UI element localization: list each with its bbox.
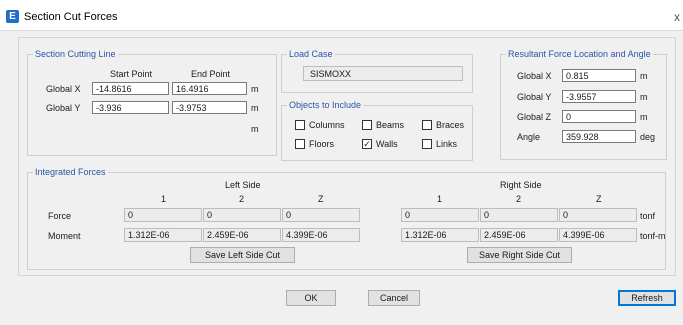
resultant-x-unit: m <box>640 71 648 81</box>
resultant-x-label: Global X <box>517 71 552 81</box>
end-point-header: End Point <box>191 69 231 79</box>
angle-label: Angle <box>517 132 541 142</box>
close-icon[interactable]: x <box>674 10 680 24</box>
load-case-field[interactable]: SISMOXX <box>303 66 463 81</box>
load-case-label: Load Case <box>287 49 335 60</box>
end-x-field[interactable]: 16.4916 <box>172 82 247 95</box>
columns-checkbox[interactable] <box>295 120 305 130</box>
title-divider <box>0 30 683 31</box>
braces-label: Braces <box>436 120 465 130</box>
end-y-field[interactable]: -3.9753 <box>172 101 247 114</box>
force-left-z: 0 <box>282 208 360 222</box>
start-point-header: Start Point <box>110 69 153 79</box>
left-col-z-header: Z <box>318 194 324 204</box>
moment-unit: tonf-m <box>640 231 666 241</box>
moment-left-1: 1.312E-06 <box>124 228 202 242</box>
beams-label: Beams <box>376 120 405 130</box>
objects-to-include-group: Objects to Include <box>281 100 473 161</box>
window-title: Section Cut Forces <box>24 11 118 23</box>
start-x-field[interactable]: -14.8616 <box>92 82 169 95</box>
moment-right-1: 1.312E-06 <box>401 228 479 242</box>
moment-label: Moment <box>48 231 81 241</box>
right-col-z-header: Z <box>596 194 602 204</box>
force-unit: tonf <box>640 211 656 221</box>
left-side-header: Left Side <box>225 180 261 190</box>
right-side-header: Right Side <box>500 180 542 190</box>
columns-label: Columns <box>309 120 345 130</box>
right-col-1-header: 1 <box>437 194 443 204</box>
extra-unit: m <box>251 124 259 134</box>
ok-button[interactable]: OK <box>286 290 336 306</box>
resultant-x-field[interactable]: 0.815 <box>562 69 636 82</box>
save-right-side-cut-button[interactable]: Save Right Side Cut <box>467 247 572 263</box>
links-checkbox[interactable] <box>422 139 432 149</box>
title-bar: E Section Cut Forces x <box>0 0 683 30</box>
floors-label: Floors <box>309 139 335 149</box>
force-right-z: 0 <box>559 208 637 222</box>
resultant-z-label: Global Z <box>517 112 552 122</box>
start-y-field[interactable]: -3.936 <box>92 101 169 114</box>
walls-checkbox[interactable]: ✓ <box>362 139 372 149</box>
resultant-z-field[interactable]: 0 <box>562 110 636 123</box>
left-col-1-header: 1 <box>161 194 167 204</box>
objects-to-include-label: Objects to Include <box>287 100 364 111</box>
left-col-2-header: 2 <box>239 194 245 204</box>
resultant-label: Resultant Force Location and Angle <box>506 49 653 60</box>
resultant-y-label: Global Y <box>517 92 552 102</box>
resultant-y-field[interactable]: -3.9557 <box>562 90 636 103</box>
refresh-button[interactable]: Refresh <box>618 290 676 306</box>
save-left-side-cut-button[interactable]: Save Left Side Cut <box>190 247 295 263</box>
angle-field[interactable]: 359.928 <box>562 130 636 143</box>
force-left-2: 0 <box>203 208 281 222</box>
force-right-1: 0 <box>401 208 479 222</box>
moment-left-2: 2.459E-06 <box>203 228 281 242</box>
moment-left-z: 4.399E-06 <box>282 228 360 242</box>
resultant-z-unit: m <box>640 112 648 122</box>
app-icon: E <box>6 10 19 23</box>
cancel-button[interactable]: Cancel <box>368 290 420 306</box>
section-cutting-line-label: Section Cutting Line <box>33 49 118 60</box>
floors-checkbox[interactable] <box>295 139 305 149</box>
global-x-label: Global X <box>46 84 81 94</box>
y-unit: m <box>251 103 259 113</box>
integrated-forces-label: Integrated Forces <box>33 167 108 178</box>
force-label: Force <box>48 211 72 221</box>
links-label: Links <box>436 139 458 149</box>
force-left-1: 0 <box>124 208 202 222</box>
force-right-2: 0 <box>480 208 558 222</box>
x-unit: m <box>251 84 259 94</box>
moment-right-z: 4.399E-06 <box>559 228 637 242</box>
check-mark-icon: ✓ <box>363 139 371 149</box>
beams-checkbox[interactable] <box>362 120 372 130</box>
moment-right-2: 2.459E-06 <box>480 228 558 242</box>
global-y-label: Global Y <box>46 103 81 113</box>
right-col-2-header: 2 <box>516 194 522 204</box>
angle-unit: deg <box>640 132 656 142</box>
resultant-y-unit: m <box>640 92 648 102</box>
walls-label: Walls <box>376 139 398 149</box>
braces-checkbox[interactable] <box>422 120 432 130</box>
